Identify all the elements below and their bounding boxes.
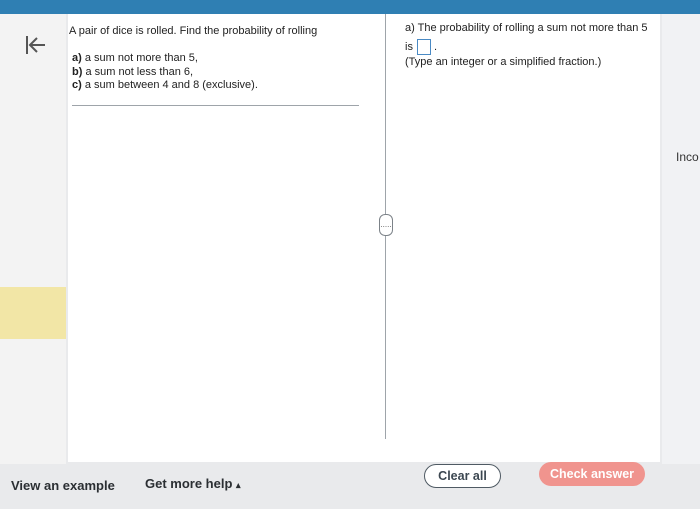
clear-all-button[interactable]: Clear all [424,464,501,488]
question-part-c: c) a sum between 4 and 8 (exclusive). [72,79,258,93]
side-panel-text: Inco [676,150,699,164]
question-title: A pair of dice is rolled. Find the proba… [69,25,318,37]
get-more-help-link[interactable]: Get more help ▴ [145,476,241,491]
part-text: a sum not more than 5, [84,52,198,64]
part-text: a sum not less than 6, [85,65,194,78]
answer-period: . [433,41,438,53]
question-parts: a) a sum not more than 5, b) a sum not l… [72,52,258,93]
part-label: c) [72,79,82,91]
part-text: a sum between 4 and 8 (exclusive). [84,79,258,91]
progress-highlight [0,287,66,339]
left-nav-strip [0,14,66,464]
question-part-a: a) a sum not more than 5, [72,52,258,66]
back-to-start-icon[interactable] [22,32,48,58]
question-part-b: b) a sum not less than 6, [72,66,258,80]
question-divider [72,105,359,106]
pane-resize-handle[interactable]: ..... [379,214,393,236]
answer-is-text: is [405,41,413,53]
answer-input[interactable] [416,39,431,55]
part-label: b) [72,65,83,78]
check-answer-button[interactable]: Check answer [539,462,645,486]
part-label: a) [72,52,82,64]
answer-row: is . [405,39,437,55]
answer-hint: (Type an integer or a simplified fractio… [405,56,602,68]
answer-prompt: a) The probability of rolling a sum not … [405,22,648,34]
get-more-help-label: Get more help [145,476,233,491]
top-bar [0,0,700,14]
view-example-link[interactable]: View an example [11,478,115,493]
caret-up-icon: ▴ [236,480,241,490]
side-panel [662,14,700,464]
